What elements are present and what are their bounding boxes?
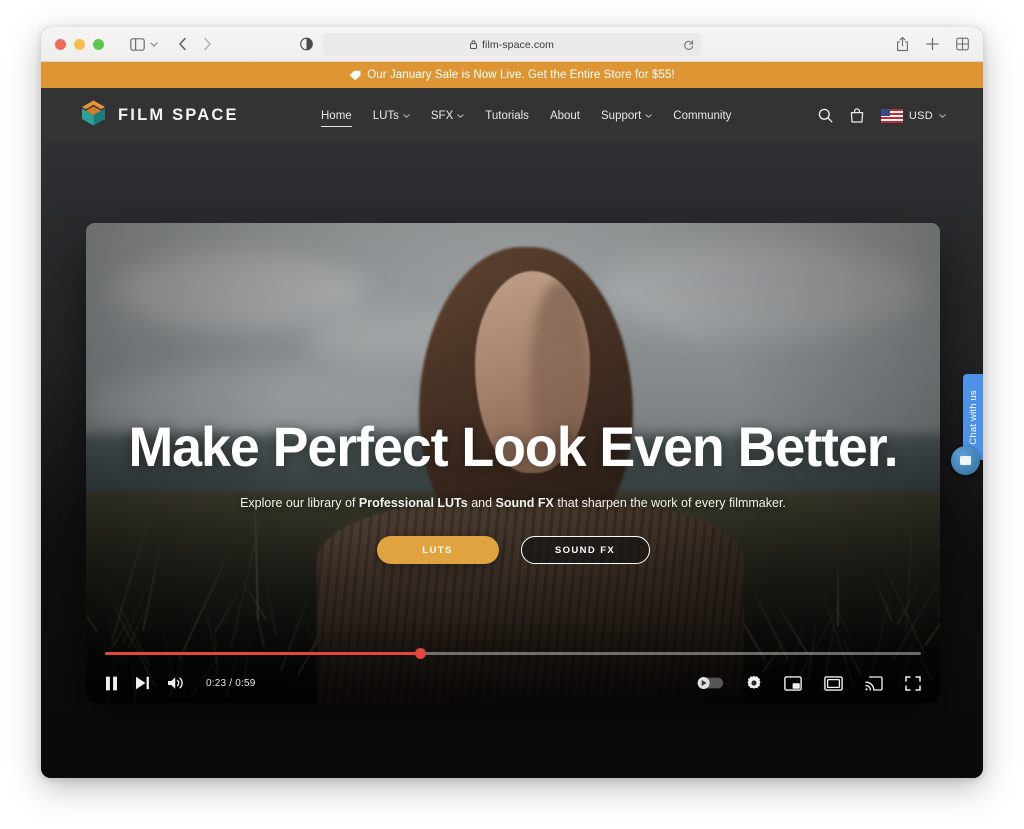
nav-label: SFX <box>430 109 454 122</box>
header-actions: USD <box>818 108 946 123</box>
reader-mode-icon[interactable] <box>300 37 313 51</box>
toolbar-right-actions <box>896 36 969 52</box>
new-tab-icon[interactable] <box>926 37 939 51</box>
nav-label: Home <box>321 109 352 122</box>
site-header: FILM SPACE Home LUTs SFX Tutorials About… <box>41 88 983 143</box>
address-bar[interactable]: film-space.com <box>323 33 701 56</box>
chevron-down-icon <box>403 111 410 120</box>
logo-text: FILM SPACE <box>118 106 239 124</box>
url-text: film-space.com <box>482 38 554 51</box>
close-window-button[interactable] <box>55 38 66 50</box>
page-body: Make Perfect Look Even Better. Explore o… <box>41 143 983 778</box>
miniplayer-icon[interactable] <box>784 675 802 691</box>
us-flag-icon <box>880 108 903 123</box>
chat-bubble-icon <box>960 456 971 465</box>
sound-fx-cta-button[interactable]: SOUND FX <box>520 536 650 564</box>
nav-item-home[interactable]: Home <box>321 109 352 127</box>
progress-handle[interactable] <box>414 648 426 659</box>
progress-played <box>105 652 420 655</box>
site-logo[interactable]: FILM SPACE <box>80 99 239 132</box>
nav-item-tutorials[interactable]: Tutorials <box>485 110 529 122</box>
progress-bar[interactable] <box>105 648 921 659</box>
settings-gear-icon[interactable] <box>746 675 762 691</box>
share-icon[interactable] <box>896 36 909 52</box>
film-space-cube-logo <box>80 99 107 132</box>
nav-label: Tutorials <box>485 109 529 122</box>
nav-label: About <box>549 109 580 122</box>
search-icon[interactable] <box>818 108 833 123</box>
time-display: 0:23 / 0:59 <box>206 677 256 689</box>
chevron-down-icon[interactable] <box>150 41 158 47</box>
pause-icon[interactable] <box>105 676 118 691</box>
chevron-down-icon <box>457 111 464 120</box>
nav-item-support[interactable]: Support <box>601 110 652 122</box>
hero-subtitle-text: and <box>467 496 496 510</box>
hero-cta-buttons: LUTS SOUND FX <box>86 536 940 564</box>
autoplay-toggle-icon[interactable] <box>697 675 724 691</box>
chat-tab-label: Chat with us <box>967 389 979 445</box>
chat-bubble-button[interactable] <box>951 446 980 475</box>
next-track-icon[interactable] <box>135 676 150 690</box>
browser-window: film-space.com Our January Sale is Now L… <box>41 27 983 778</box>
cast-icon[interactable] <box>865 675 883 691</box>
browser-toolbar: film-space.com <box>41 27 983 62</box>
currency-label: USD <box>908 109 933 122</box>
hero-subtitle-text: that sharpen the work of every filmmaker… <box>553 496 786 510</box>
hero-title: Make Perfect Look Even Better. <box>128 415 898 478</box>
nav-label: Community <box>673 109 732 122</box>
window-traffic-lights <box>55 38 104 50</box>
luts-cta-button[interactable]: LUTS <box>376 536 499 564</box>
maximize-window-button[interactable] <box>93 38 104 50</box>
volume-icon[interactable] <box>167 676 184 690</box>
hero-subtitle: Explore our library of Professional LUTs… <box>86 496 940 510</box>
nav-label: Support <box>601 109 642 122</box>
chevron-down-icon <box>645 111 652 120</box>
hero-subtitle-emphasis: Sound FX <box>495 496 554 510</box>
price-tag-icon <box>349 70 361 81</box>
reload-icon[interactable] <box>683 39 694 50</box>
hero-subtitle-text: Explore our library of <box>240 496 359 510</box>
hero-subtitle-emphasis: Professional LUTs <box>358 496 468 510</box>
controls-row: 0:23 / 0:59 <box>105 668 921 698</box>
nav-item-community[interactable]: Community <box>673 110 731 122</box>
video-player-controls: 0:23 / 0:59 <box>86 617 940 703</box>
player-right-controls <box>697 675 921 691</box>
hero-copy: Make Perfect Look Even Better. Explore o… <box>86 419 940 564</box>
sale-banner-text: Our January Sale is Now Live. Get the En… <box>367 69 675 81</box>
chat-widget: Chat with us <box>951 374 983 475</box>
nav-item-about[interactable]: About <box>550 110 580 122</box>
shopping-bag-icon[interactable] <box>850 108 864 123</box>
player-left-controls: 0:23 / 0:59 <box>105 676 255 691</box>
sale-banner[interactable]: Our January Sale is Now Live. Get the En… <box>41 62 983 88</box>
currency-selector[interactable]: USD <box>880 108 946 123</box>
theater-mode-icon[interactable] <box>824 675 843 691</box>
nav-item-luts[interactable]: LUTs <box>373 110 410 122</box>
nav-item-sfx[interactable]: SFX <box>431 110 464 122</box>
lock-icon <box>470 40 477 49</box>
nav-forward-icon[interactable] <box>203 37 212 51</box>
nav-back-icon[interactable] <box>178 37 187 51</box>
hero-video-player[interactable]: Make Perfect Look Even Better. Explore o… <box>86 223 940 703</box>
nav-label: LUTs <box>372 109 399 122</box>
minimize-window-button[interactable] <box>74 38 85 50</box>
main-nav: Home LUTs SFX Tutorials About Support Co… <box>321 109 731 127</box>
fullscreen-icon[interactable] <box>905 675 921 691</box>
tab-overview-icon[interactable] <box>956 37 969 51</box>
sidebar-toggle-icon[interactable] <box>130 37 145 51</box>
chevron-down-icon <box>939 111 946 120</box>
